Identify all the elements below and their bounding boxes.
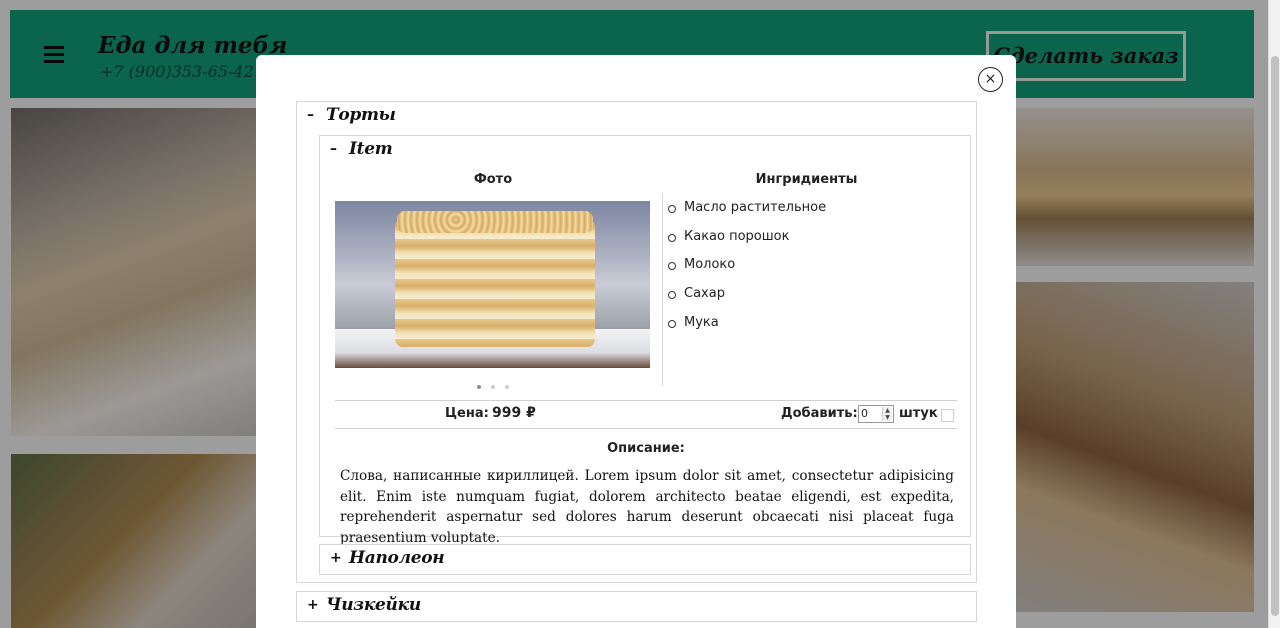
menu-modal: × – Торты – Item Фото Ингридиенты Масло … (256, 55, 1016, 628)
cake-image (395, 219, 595, 347)
cake-crumb-topping (397, 211, 593, 233)
quantity-stepper[interactable]: 0 ▲ ▼ (858, 405, 894, 423)
quantity-value: 0 (861, 407, 868, 420)
product-header[interactable]: – Item (320, 136, 970, 166)
category-panel-tortes: – Торты – Item Фото Ингридиенты Масло ра… (296, 101, 977, 583)
expand-icon: + (330, 550, 342, 566)
product-panel-napoleon[interactable]: + Наполеон (319, 544, 971, 575)
category-header[interactable]: + Чизкейки (297, 592, 976, 622)
collapse-icon: – (330, 141, 337, 157)
add-label: Добавить: (781, 406, 858, 421)
ingredients-column-header: Ингридиенты (755, 172, 858, 187)
ingredient-item: Мука (668, 315, 826, 344)
price-row: Цена: 999 ₽ Добавить: 0 ▲ ▼ штук (335, 400, 957, 429)
expand-icon: + (307, 597, 319, 613)
category-title: Торты (326, 105, 396, 125)
product-photo[interactable] (335, 201, 650, 368)
category-header[interactable]: – Торты (297, 102, 976, 132)
ingredient-item: Масло растительное (668, 200, 826, 229)
ingredient-item: Сахар (668, 286, 826, 315)
product-title: Наполеон (349, 548, 445, 568)
carousel-indicators (335, 376, 650, 395)
carousel-dot[interactable] (476, 384, 481, 389)
scroll-thumb[interactable] (1271, 56, 1279, 616)
price-value: 999 ₽ (492, 405, 536, 421)
ingredients-list: Масло растительное Какао порошок Молоко … (668, 200, 826, 343)
photo-column-header: Фото (473, 172, 513, 187)
stepper-arrows-icon[interactable]: ▲ ▼ (882, 407, 892, 421)
product-title: Item (349, 139, 393, 159)
carousel-dot[interactable] (490, 384, 495, 389)
ingredient-item: Какао порошок (668, 229, 826, 258)
price-label: Цена: (445, 406, 489, 421)
collapse-icon: – (307, 107, 314, 123)
description-header: Описание: (607, 441, 685, 456)
add-to-order-checkbox[interactable] (941, 409, 954, 422)
product-panel-item: – Item Фото Ингридиенты Масло растительн… (319, 135, 971, 546)
product-header[interactable]: + Наполеон (320, 545, 970, 575)
category-title: Чизкейки (326, 595, 421, 615)
unit-label: штук (899, 406, 938, 421)
page-scrollbar[interactable] (1268, 0, 1280, 628)
ingredient-item: Молоко (668, 257, 826, 286)
column-divider (662, 193, 663, 386)
description-text: Слова, написанные кириллицей. Lorem ipsu… (340, 468, 954, 546)
carousel-dot[interactable] (504, 384, 509, 389)
close-icon[interactable]: × (978, 67, 1003, 92)
category-panel-cheesecakes[interactable]: + Чизкейки (296, 591, 977, 622)
